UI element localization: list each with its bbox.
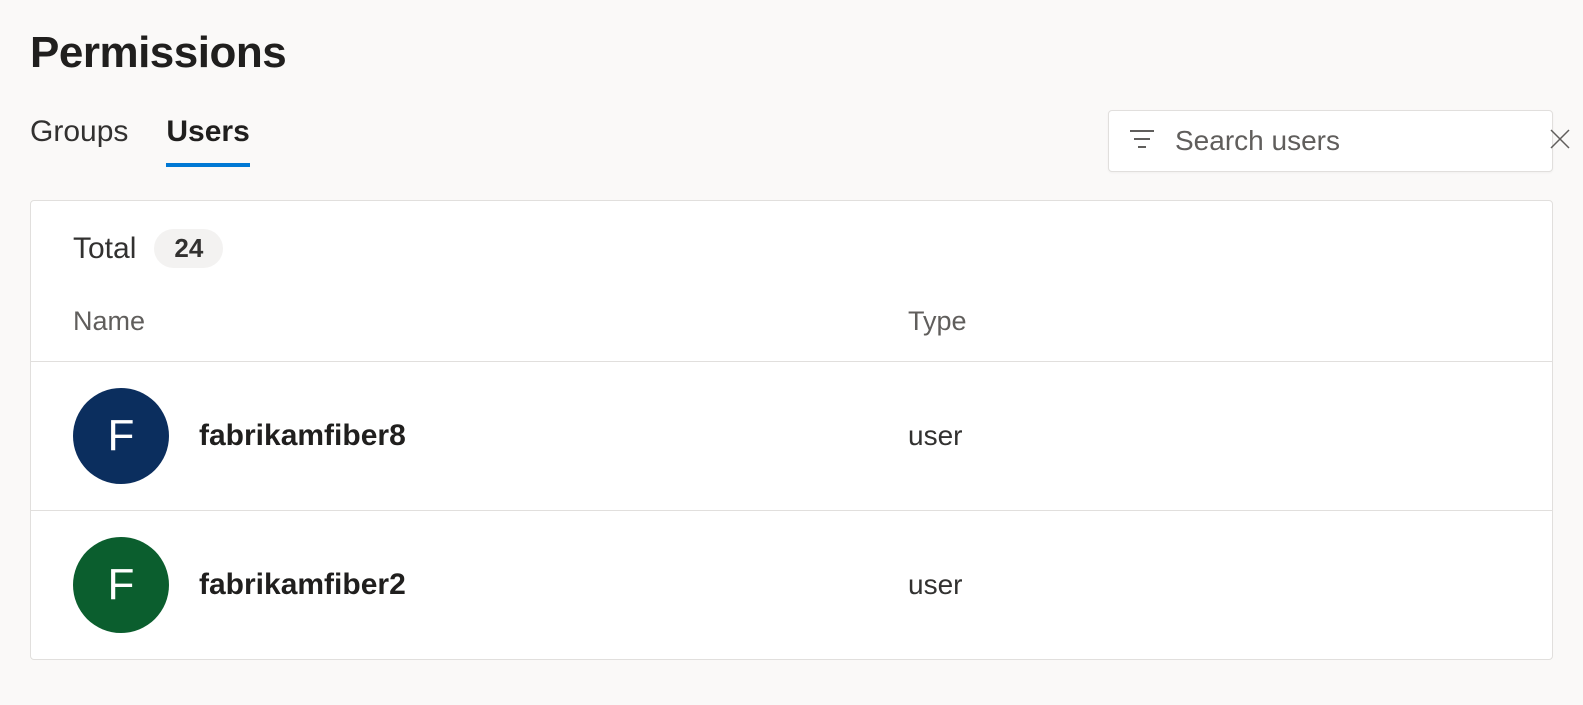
close-icon[interactable]	[1548, 127, 1572, 156]
total-row: Total 24	[31, 201, 1552, 288]
tab-users[interactable]: Users	[166, 115, 249, 167]
column-header-name[interactable]: Name	[73, 306, 908, 337]
total-label: Total	[73, 232, 136, 266]
header-row: Groups Users	[30, 110, 1553, 172]
tabs: Groups Users	[30, 115, 250, 167]
user-name: fabrikamfiber8	[199, 419, 406, 453]
tab-groups[interactable]: Groups	[30, 115, 128, 167]
users-panel: Total 24 Name Type F fabrikamfiber8 user…	[30, 200, 1553, 660]
total-badge: 24	[154, 229, 223, 268]
user-name: fabrikamfiber2	[199, 568, 406, 602]
column-header-type[interactable]: Type	[908, 306, 967, 337]
row-name-cell: F fabrikamfiber8	[73, 388, 908, 484]
filter-icon	[1129, 129, 1155, 154]
table-row[interactable]: F fabrikamfiber2 user	[31, 511, 1552, 659]
user-type: user	[908, 569, 962, 601]
row-name-cell: F fabrikamfiber2	[73, 537, 908, 633]
avatar: F	[73, 537, 169, 633]
search-input[interactable]	[1175, 125, 1536, 157]
search-box[interactable]	[1108, 110, 1553, 172]
table-header: Name Type	[31, 288, 1552, 362]
avatar: F	[73, 388, 169, 484]
user-type: user	[908, 420, 962, 452]
page-title: Permissions	[30, 28, 1553, 78]
table-row[interactable]: F fabrikamfiber8 user	[31, 362, 1552, 511]
